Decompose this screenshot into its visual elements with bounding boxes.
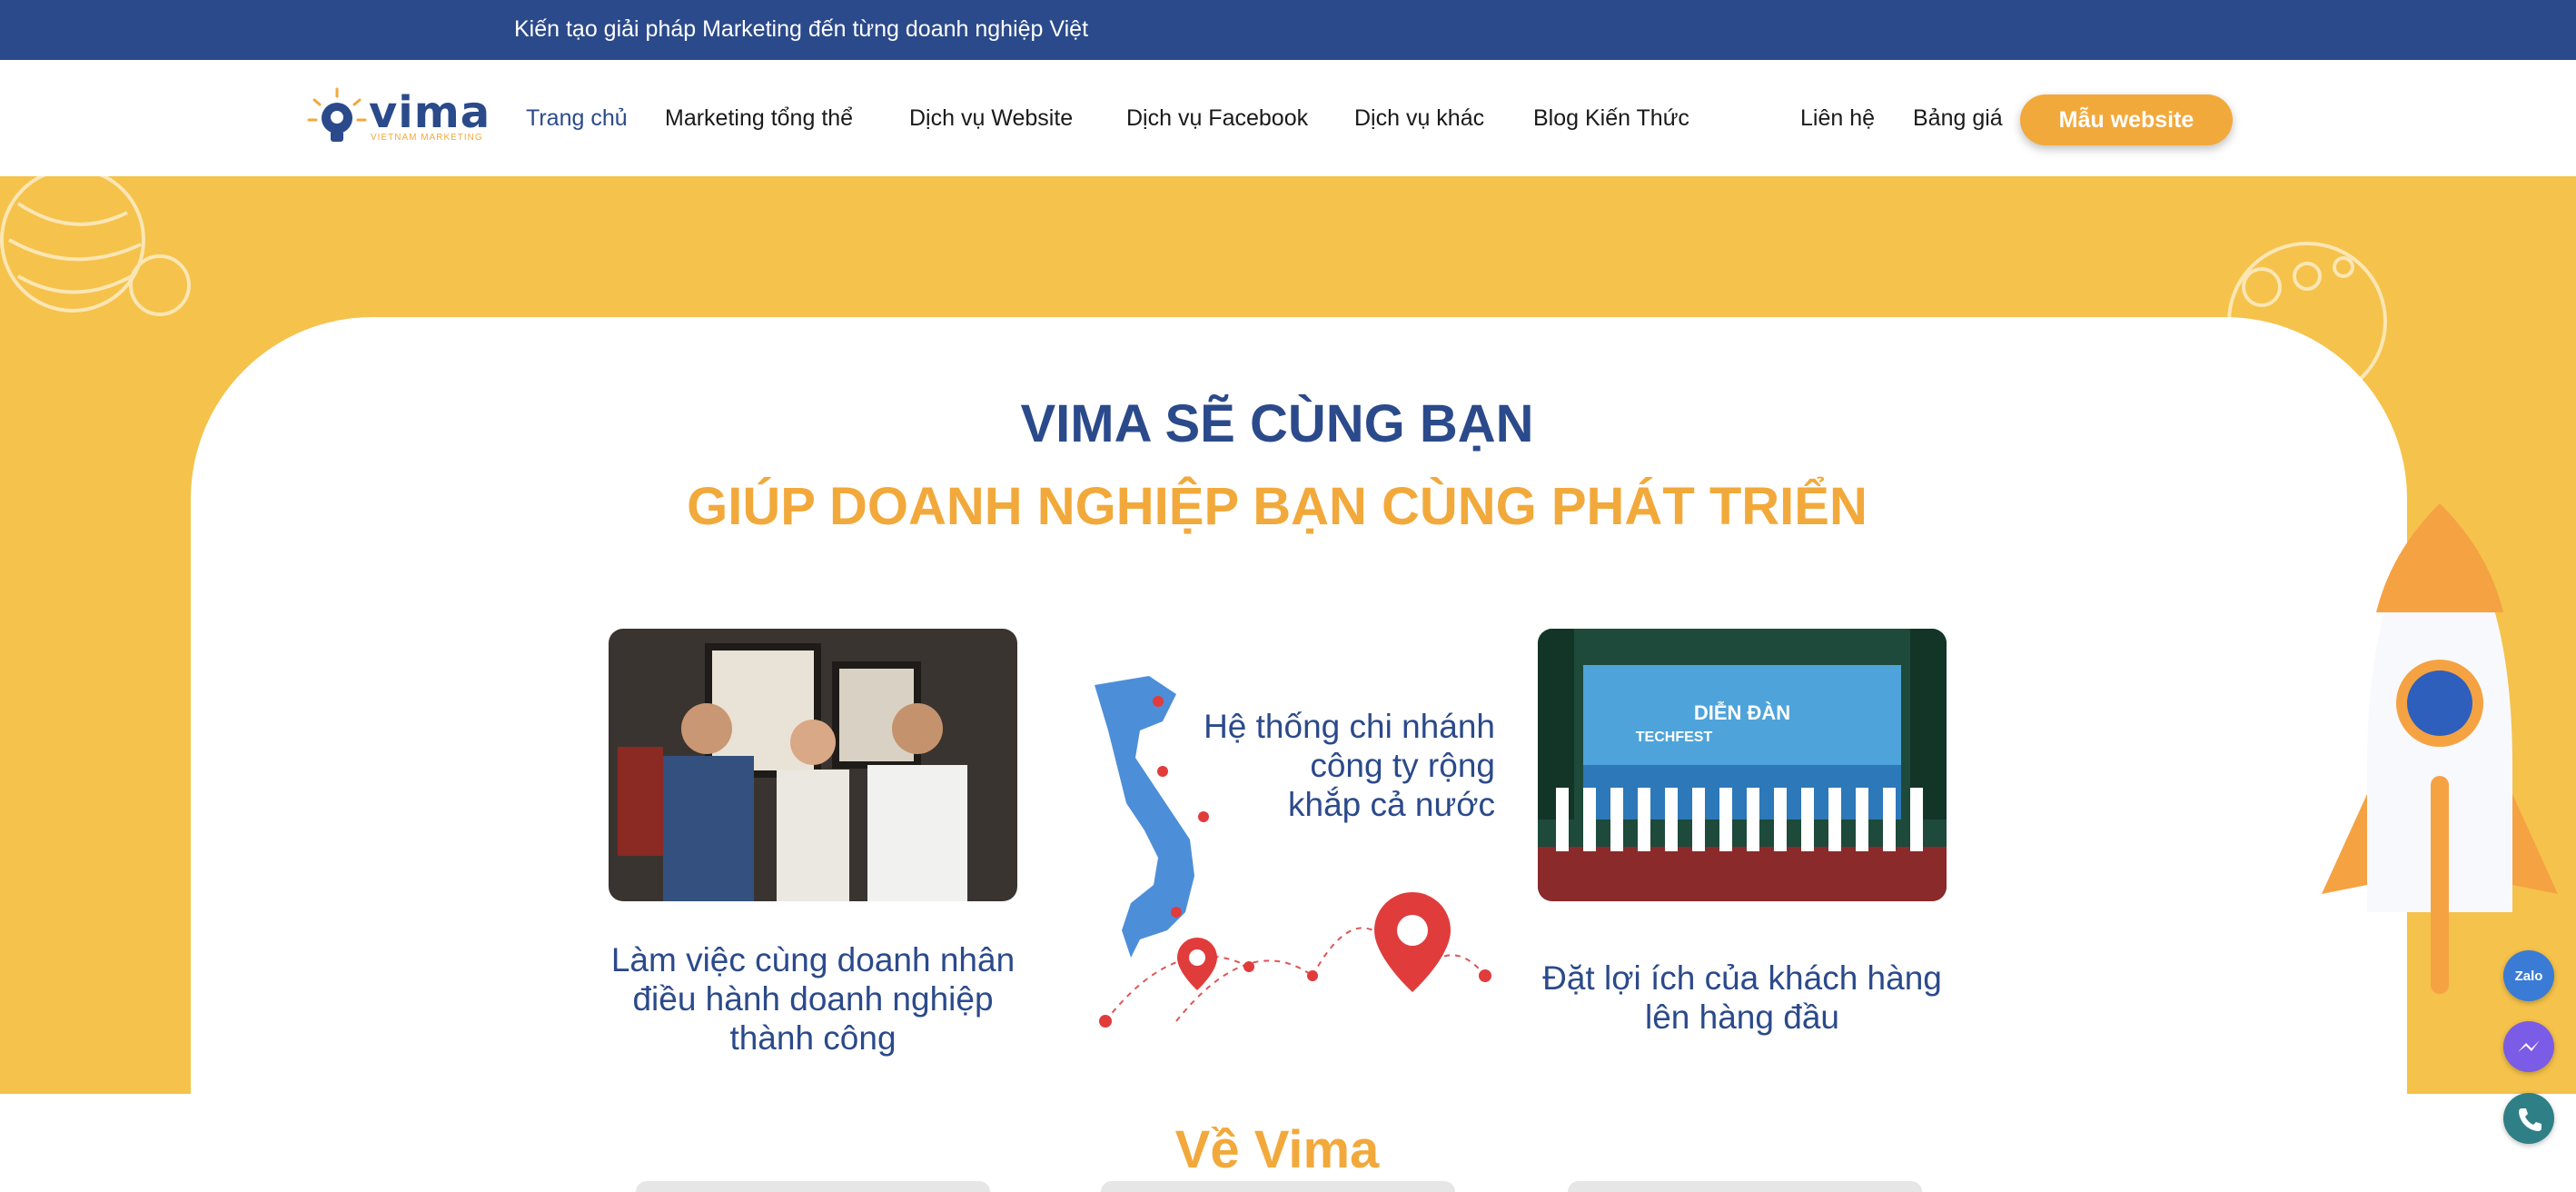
event-banner-line2: TECHFEST [1636,730,1713,745]
svg-text:Zalo: Zalo [2515,968,2543,984]
zalo-chat-button[interactable]: Zalo [2503,950,2554,1001]
right-caption-line: Đặt lợi ích của khách hàng [1542,959,1942,997]
zalo-icon: Zalo [2515,968,2543,984]
messenger-chat-button[interactable] [2503,1021,2554,1072]
business-team-photo [609,629,1017,901]
about-card [636,1181,990,1192]
center-caption-line: Hệ thống chi nhánh [1204,708,1495,745]
center-caption-line: khắp cả nước [1288,786,1495,823]
right-caption-line: lên hàng đầu [1645,998,1839,1036]
phone-call-button[interactable] [2503,1093,2554,1144]
right-feature-caption: Đặt lợi ích của khách hàng lên hàng đầu [1526,959,1958,1037]
about-section-title: Về Vima [1174,1120,1380,1179]
left-caption-line: thành công [729,1019,897,1057]
event-award-photo: DIỄN ĐÀN TECHFEST [1538,629,1947,901]
nav-item-marketing[interactable]: Marketing tổng thể [665,105,853,132]
left-caption-line: điều hành doanh nghiệp [632,980,994,1018]
event-banner-line1: DIỄN ĐÀN [1694,700,1790,724]
planet-decoration-left [0,176,191,316]
hero-section: DIỄN ĐÀN TECHFEST [0,176,2576,1094]
lightbulb-icon [307,87,367,142]
about-card [1568,1181,1922,1192]
nav-item-other-services[interactable]: Dịch vụ khác [1354,105,1484,132]
center-caption-line: công ty rộng [1310,747,1495,784]
nav-item-home[interactable]: Trang chủ [526,105,628,132]
vima-logo[interactable]: vima VIETNAM MARKETING [307,87,491,151]
nav-item-facebook-service[interactable]: Dịch vụ Facebook [1126,105,1308,132]
phone-icon [2519,1108,2541,1131]
center-feature-caption: Hệ thống chi nhánh công ty rộng khắp cả … [1181,707,1495,824]
nav-item-blog[interactable]: Blog Kiến Thức [1533,105,1689,132]
logo-subtitle: VIETNAM MARKETING [371,133,483,143]
nav-item-website-service[interactable]: Dịch vụ Website [909,105,1073,132]
logo-wordmark: vima [369,87,491,138]
hero-title: VIMA SẼ CÙNG BẠN [1020,394,1534,453]
hero-subtitle: GIÚP DOANH NGHIỆP BẠN CÙNG PHÁT TRIỂN [687,477,1868,536]
top-announcement-bar: Kiến tạo giải pháp Marketing đến từng do… [0,0,2576,60]
tagline: Kiến tạo giải pháp Marketing đến từng do… [514,16,1089,42]
about-card [1101,1181,1455,1192]
nav-item-pricing[interactable]: Bảng giá [1913,105,2003,132]
left-caption-line: Làm việc cùng doanh nhân [610,941,1016,978]
website-samples-button[interactable]: Mẫu website [2020,94,2233,145]
site-header: vima VIETNAM MARKETING Trang chủ Marketi… [0,60,2576,176]
messenger-icon [2518,1040,2540,1052]
left-feature-caption: Làm việc cùng doanh nhân điều hành doanh… [596,940,1030,1058]
nav-item-contact[interactable]: Liên hệ [1800,105,1875,132]
